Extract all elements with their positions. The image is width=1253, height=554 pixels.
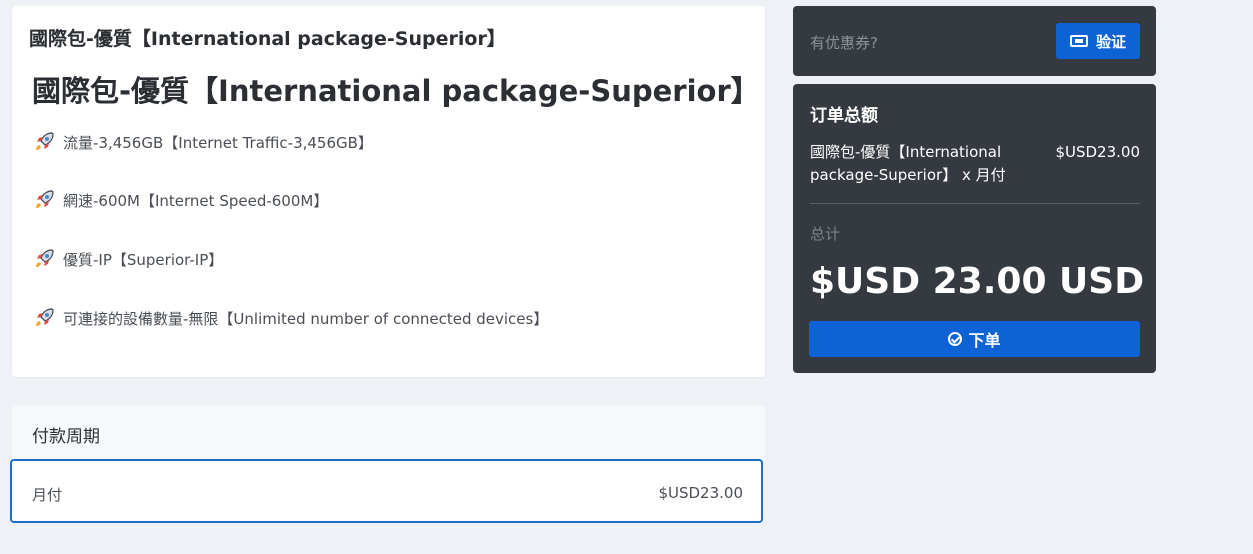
rocket-icon [32, 306, 56, 330]
product-header: 國際包-優質【International package-Superior】 [29, 28, 506, 50]
rocket-icon [32, 130, 56, 154]
order-summary: 订单总额 國際包-優質【International package-Superi… [793, 84, 1156, 373]
check-circle-icon [948, 332, 963, 346]
billing-cycle-heading: 付款周期 [32, 427, 100, 447]
feature-item: 優質-IP【Superior-IP】 [32, 246, 223, 272]
divider [810, 203, 1140, 204]
verify-label: 验证 [1095, 32, 1126, 51]
verify-button[interactable]: 验证 [1056, 23, 1140, 59]
product-card: 國際包-優質【International package-Superior】 國… [12, 6, 765, 377]
feature-item: 流量-3,456GB【Internet Traffic-3,456GB】 [32, 129, 373, 155]
billing-option-price: $USD23.00 [658, 484, 743, 502]
ticket-icon [1069, 35, 1088, 47]
billing-cycle-header: 付款周期 [12, 405, 765, 460]
total-amount: $USD 23.00 USD [810, 261, 1145, 302]
place-order-button[interactable]: 下单 [809, 321, 1140, 357]
summary-item-price: $USD23.00 [1055, 143, 1140, 161]
feature-text: 優質-IP【Superior-IP】 [63, 250, 224, 269]
feature-text: 可連接的設備數量-無限【Unlimited number of connecte… [63, 309, 549, 328]
feature-text: 網速-600M【Internet Speed-600M】 [63, 191, 329, 210]
coupon-input[interactable]: 有优惠券? [810, 32, 878, 53]
rocket-icon [32, 188, 56, 212]
feature-item: 網速-600M【Internet Speed-600M】 [32, 187, 328, 213]
billing-option-monthly[interactable]: 月付 $USD23.00 [10, 459, 763, 523]
summary-title: 订单总额 [810, 106, 878, 126]
feature-item: 可連接的設備數量-無限【Unlimited number of connecte… [32, 305, 548, 331]
rocket-icon [32, 247, 56, 271]
coupon-panel: 有优惠券? 验证 [793, 6, 1156, 76]
place-order-label: 下单 [968, 331, 1001, 350]
plan-title: 國際包-優質【International package-Superior】 [32, 74, 760, 108]
billing-option-name: 月付 [32, 486, 63, 504]
feature-text: 流量-3,456GB【Internet Traffic-3,456GB】 [63, 133, 373, 152]
total-label: 总计 [810, 225, 841, 243]
summary-item: 國際包-優質【International package-Superior】 x… [810, 143, 1006, 184]
